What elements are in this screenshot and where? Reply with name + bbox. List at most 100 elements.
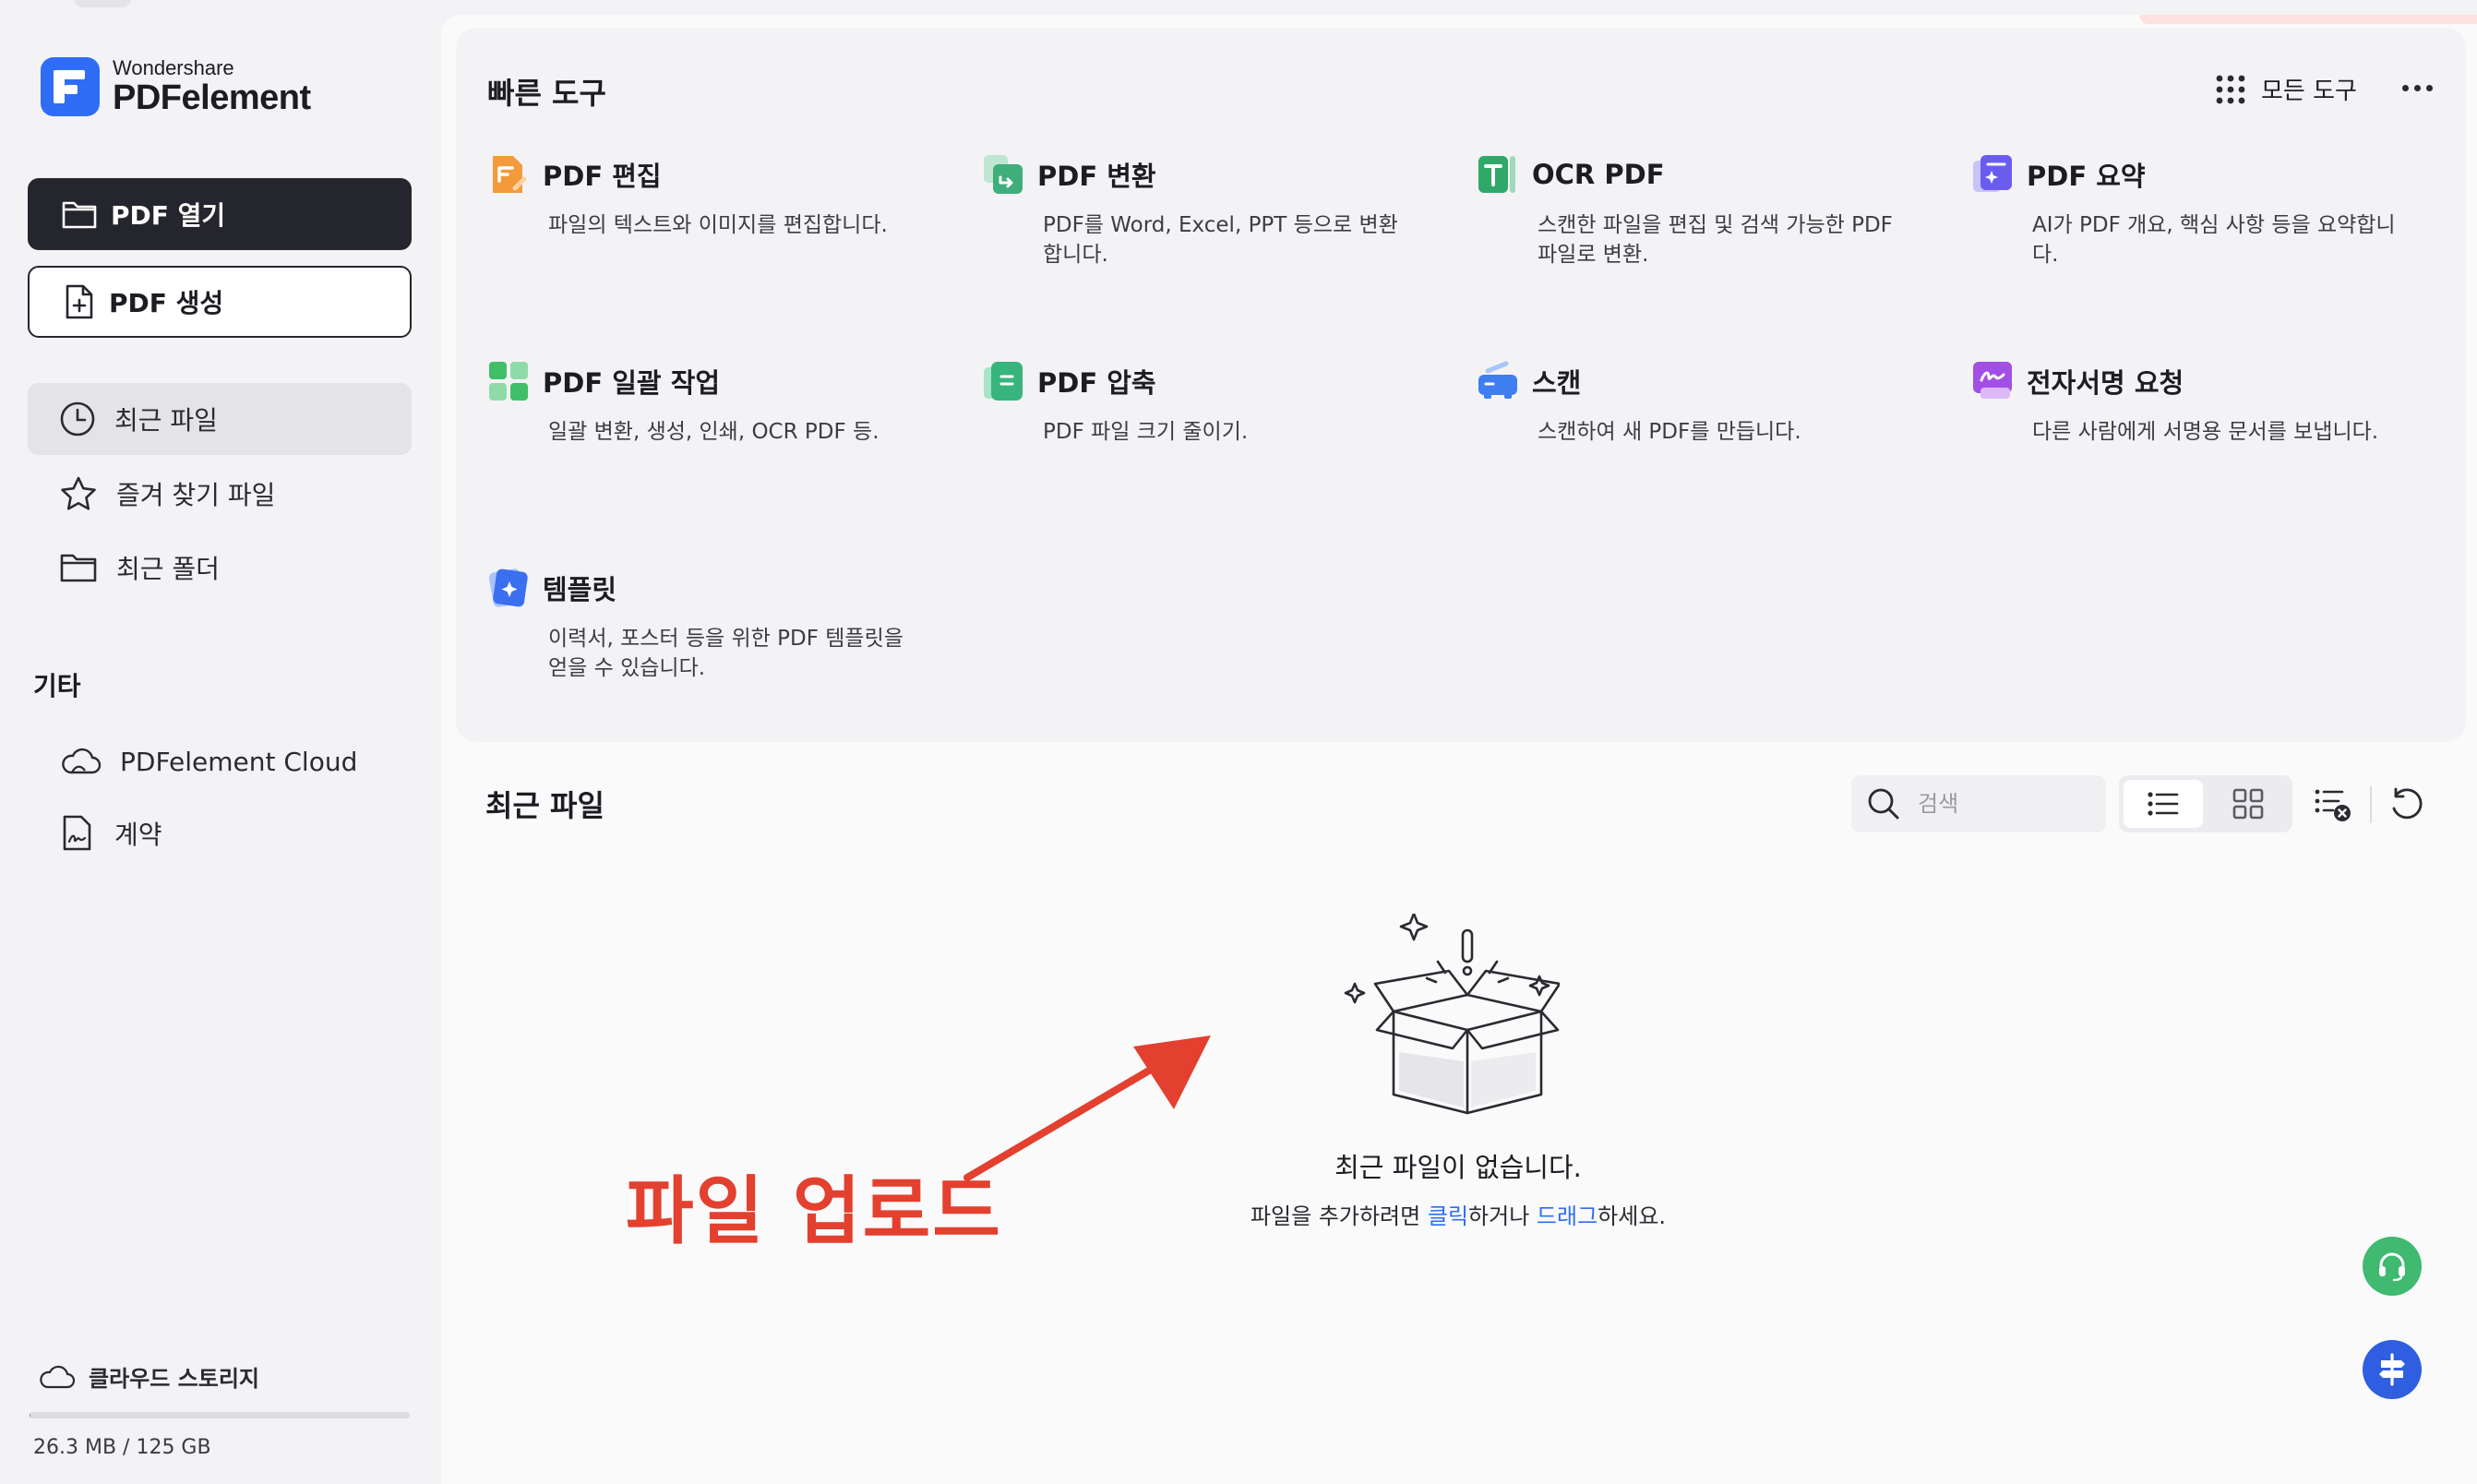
brand-company: Wondershare — [113, 56, 234, 79]
tool-pdf-summary[interactable]: PDF 요약 AI가 PDF 개요, 핵심 사항 등을 요약합니다. — [1971, 153, 2405, 269]
list-clear-icon — [2315, 789, 2351, 821]
sidebar-item-label: 최근 폴더 — [116, 554, 220, 584]
tool-name: 템플릿 — [543, 574, 617, 605]
recent-files-title: 최근 파일 — [485, 788, 604, 823]
tool-pdf-convert[interactable]: PDF 변환 PDF를 Word, Excel, PPT 등으로 변환합니다. — [982, 153, 1416, 269]
tool-desc: 파일의 텍스트와 이미지를 편집합니다. — [548, 213, 888, 237]
grid-dots-icon — [2216, 75, 2245, 103]
esign-icon — [1973, 362, 2012, 399]
click-to-add-link[interactable]: 클릭 — [1428, 1203, 1468, 1229]
tool-desc: AI가 PDF 개요, 핵심 사항 등을 요약합니다. — [2032, 213, 2396, 267]
tool-pdf-compress[interactable]: PDF 압축 PDF 파일 크기 줄이기. — [982, 360, 1416, 447]
signpost-icon — [2379, 1353, 2405, 1386]
tool-name: PDF 압축 — [1037, 367, 1156, 399]
tool-desc: 일괄 변환, 생성, 인쇄, OCR PDF 등. — [548, 420, 880, 444]
sidebar-item-recent-files[interactable]: 최근 파일 — [28, 383, 412, 455]
tool-desc: 이력서, 포스터 등을 위한 PDF 템플릿을 얻을 수 있습니다. — [548, 627, 903, 680]
quick-tools-title: 빠른 도구 — [487, 76, 606, 111]
file-plus-icon — [66, 284, 93, 319]
more-options-button[interactable] — [2394, 74, 2440, 102]
tool-name: PDF 변환 — [1037, 161, 1156, 192]
tool-name: 전자서명 요청 — [2027, 367, 2184, 399]
tool-name: PDF 편집 — [543, 161, 662, 192]
empty-box-illustration — [1344, 914, 1560, 1115]
sidebar-item-favorites[interactable]: 즐겨 찾기 파일 — [28, 458, 412, 530]
convert-icon — [984, 155, 1023, 194]
all-tools-label: 모든 도구 — [2261, 78, 2357, 105]
refresh-icon — [2392, 787, 2423, 820]
top-banner-edge — [2139, 15, 2477, 24]
headset-icon — [2379, 1252, 2405, 1282]
more-icon-dot — [2413, 84, 2421, 91]
sidebar-item-cloud[interactable]: PDFelement Cloud — [28, 725, 412, 797]
folder-icon — [62, 201, 97, 229]
sidebar-item-label: 최근 파일 — [114, 405, 218, 436]
window-tab[interactable] — [74, 0, 131, 7]
empty-sub-text: 하세요. — [1597, 1203, 1667, 1229]
all-tools-button[interactable]: 모든 도구 — [2215, 72, 2357, 106]
tool-template[interactable]: 템플릿 이력서, 포스터 등을 위한 PDF 템플릿을 얻을 수 있습니다. — [487, 567, 921, 683]
create-pdf-label: PDF 생성 — [109, 288, 224, 318]
signpost-button[interactable] — [2363, 1340, 2422, 1399]
search-box[interactable] — [1851, 775, 2106, 832]
cloud-storage-label[interactable]: 클라우드 스토리지 — [37, 1360, 259, 1393]
refresh-button[interactable] — [2383, 781, 2431, 829]
sidebar-item-recent-folders[interactable]: 최근 폴더 — [28, 532, 412, 604]
scan-icon — [1478, 361, 1517, 399]
ocr-icon — [1478, 156, 1515, 193]
sidebar-item-label: 즐겨 찾기 파일 — [116, 480, 276, 510]
drag-to-add-link[interactable]: 드래그 — [1537, 1203, 1597, 1229]
tool-pdf-batch[interactable]: PDF 일괄 작업 일괄 변환, 생성, 인쇄, OCR PDF 등. — [487, 360, 921, 447]
star-icon — [61, 476, 96, 510]
sidebar-item-contract[interactable]: 계약 — [28, 797, 412, 869]
other-section-heading: 기타 — [33, 671, 81, 701]
search-icon — [1868, 788, 1899, 820]
sidebar-item-label: PDFelement Cloud — [120, 746, 358, 777]
tool-name: OCR PDF — [1532, 159, 1665, 190]
toolbar-divider — [2370, 786, 2372, 823]
quick-tools-panel: 빠른 도구 모든 도구 PDF 편집 파일의 텍스트와 이미지를 편집합니다. — [456, 28, 2466, 742]
create-pdf-button[interactable]: PDF 생성 — [28, 266, 412, 338]
tool-name: PDF 일괄 작업 — [543, 367, 721, 399]
more-icon-dot — [2401, 84, 2409, 91]
sidebar: Wondershare PDFelement PDF 열기 PDF 생성 최근 … — [0, 0, 441, 1484]
view-mode-toggle — [2119, 775, 2292, 832]
brand: Wondershare PDFelement — [41, 57, 311, 116]
search-input[interactable] — [1918, 791, 2084, 817]
grid-icon — [2232, 788, 2264, 820]
grid-view-button[interactable] — [2208, 780, 2288, 828]
annotation-arrow-icon — [963, 1035, 1211, 1181]
list-icon — [2148, 792, 2179, 816]
cloud-icon — [40, 1365, 76, 1388]
tool-scan[interactable]: 스캔 스캔하여 새 PDF를 만듭니다. — [1477, 360, 1910, 447]
storage-usage-bar — [30, 1412, 410, 1418]
batch-icon — [489, 362, 528, 401]
tool-desc: 스캔한 파일을 편집 및 검색 가능한 PDF 파일로 변환. — [1538, 213, 1893, 267]
tool-desc: PDF 파일 크기 줄이기. — [1043, 420, 1249, 444]
clear-list-button[interactable] — [2309, 781, 2357, 829]
open-pdf-label: PDF 열기 — [111, 200, 226, 231]
annotation-upload-label: 파일 업로드 — [626, 1168, 1002, 1254]
tool-pdf-edit[interactable]: PDF 편집 파일의 텍스트와 이미지를 편집합니다. — [487, 153, 921, 240]
more-icon-dot — [2425, 84, 2433, 91]
empty-state-subtitle: 파일을 추가하려면 클릭하거나 드래그하세요. — [1052, 1198, 1864, 1230]
sidebar-item-label: 계약 — [114, 820, 162, 850]
cloud-icon — [62, 748, 102, 774]
template-icon — [488, 568, 528, 607]
open-pdf-button[interactable]: PDF 열기 — [28, 178, 412, 250]
compress-icon — [984, 362, 1023, 401]
tool-desc: 다른 사람에게 서명용 문서를 보냅니다. — [2032, 420, 2379, 444]
summary-icon — [1973, 155, 2012, 192]
tool-esign-request[interactable]: 전자서명 요청 다른 사람에게 서명용 문서를 보냅니다. — [1971, 360, 2405, 447]
empty-sub-text: 파일을 추가하려면 — [1250, 1203, 1428, 1229]
tool-name: PDF 요약 — [2027, 161, 2146, 192]
storage-usage-text: 26.3 MB / 125 GB — [33, 1436, 211, 1459]
support-button[interactable] — [2363, 1237, 2422, 1296]
folder-icon — [60, 554, 97, 582]
list-view-button[interactable] — [2124, 780, 2203, 828]
cloud-storage-text: 클라우드 스토리지 — [89, 1366, 259, 1392]
empty-sub-text: 하거나 — [1468, 1203, 1537, 1229]
tool-desc: PDF를 Word, Excel, PPT 등으로 변환합니다. — [1043, 213, 1398, 267]
tool-ocr-pdf[interactable]: OCR PDF 스캔한 파일을 편집 및 검색 가능한 PDF 파일로 변환. — [1477, 153, 1910, 269]
tool-desc: 스캔하여 새 PDF를 만듭니다. — [1538, 420, 1801, 444]
